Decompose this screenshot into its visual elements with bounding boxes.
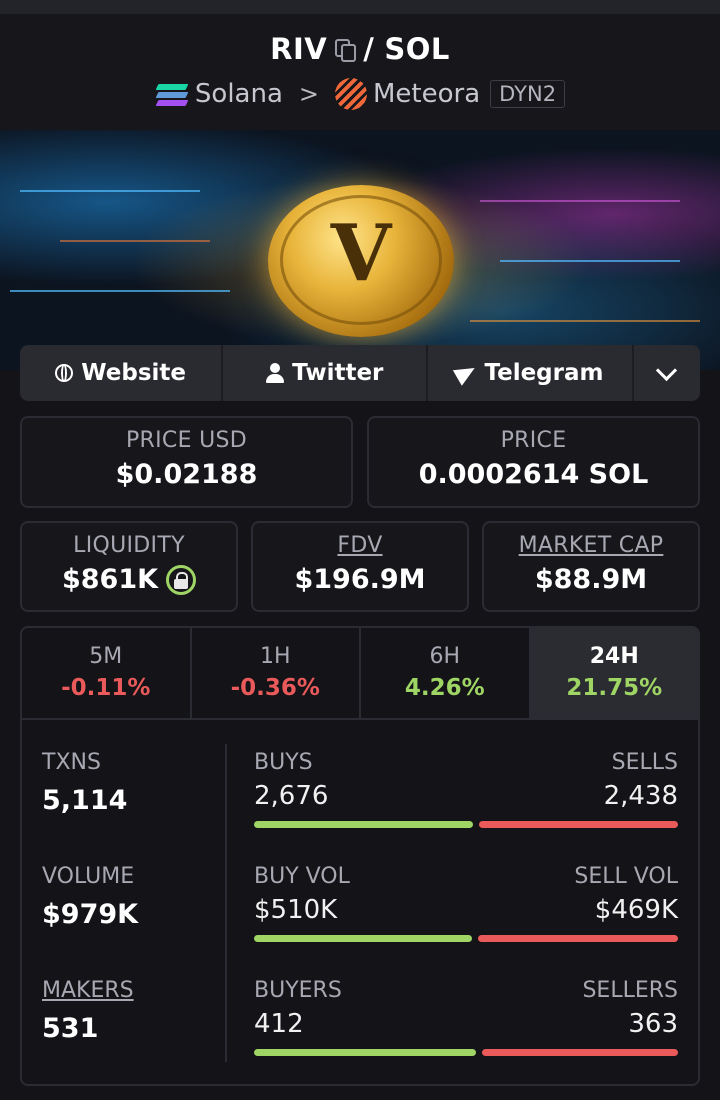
txns-row: TXNS 5,114 BUYS SELLS 2,676 2,438 [22, 750, 698, 860]
twitter-button[interactable]: Twitter [223, 345, 429, 401]
solana-icon [155, 81, 189, 107]
price-native-card: PRICE 0.0002614 SOL [367, 416, 700, 508]
market-cap-value: $88.9M [534, 564, 648, 595]
twitter-label: Twitter [292, 360, 384, 386]
token-banner-image: V [0, 130, 720, 370]
price-usd-value: $0.02188 [115, 459, 258, 490]
base-symbol: RIV [270, 32, 328, 66]
stats-rows: TXNS 5,114 BUYS SELLS 2,676 2,438 VOLUME [22, 720, 698, 1084]
txns-value: 5,114 [42, 785, 128, 816]
buys-label: BUYS [254, 750, 313, 775]
copy-icon[interactable] [333, 37, 357, 62]
buyers-label: BUYERS [254, 978, 342, 1003]
sellers-value: 363 [628, 1009, 678, 1039]
tab-label: 1H [259, 644, 291, 669]
price-usd-label: PRICE USD [125, 428, 247, 453]
top-strip [0, 0, 720, 14]
fdv-value: $196.9M [294, 564, 426, 595]
volume-label: VOLUME [42, 864, 135, 889]
quote-symbol: SOL [384, 32, 450, 66]
tab-24h[interactable]: 24H 21.75% [530, 628, 698, 718]
sell-vol-label: SELL VOL [574, 864, 678, 889]
tab-label: 5M [89, 644, 123, 669]
user-icon [266, 363, 285, 383]
tab-label: 24H [589, 644, 639, 669]
lock-icon[interactable] [166, 564, 197, 595]
tab-1h[interactable]: 1H -0.36% [192, 628, 361, 718]
telegram-button[interactable]: Telegram [428, 345, 634, 401]
dex-link[interactable]: Meteora [373, 79, 480, 109]
fdv-card: FDV $196.9M [251, 521, 469, 612]
fdv-label[interactable]: FDV [253, 533, 467, 558]
volume-row: VOLUME $979K BUY VOL SELL VOL $510K $469… [22, 864, 698, 974]
price-change: -0.36% [230, 675, 320, 701]
website-button[interactable]: Website [20, 345, 224, 401]
market-cap-label[interactable]: MARKET CAP [484, 533, 698, 558]
makers-value: 531 [42, 1013, 99, 1044]
buys-sells-ratio-bar [254, 821, 678, 828]
volume-ratio-bar [254, 935, 678, 942]
chain-breadcrumb: Solana > Meteora DYN2 [0, 78, 720, 110]
price-change: 21.75% [566, 675, 663, 701]
globe-icon [55, 364, 74, 382]
sells-label: SELLS [611, 750, 678, 775]
tab-label: 6H [429, 644, 461, 669]
tab-5m[interactable]: 5M -0.11% [22, 628, 192, 718]
makers-row: MAKERS 531 BUYERS SELLERS 412 363 [22, 978, 698, 1084]
price-native-label: PRICE [500, 428, 567, 453]
pair-title: RIV / SOL [0, 32, 720, 66]
price-change: 4.26% [404, 675, 485, 701]
price-usd-card: PRICE USD $0.02188 [20, 416, 353, 508]
sells-value: 2,438 [603, 781, 678, 811]
buyers-value: 412 [254, 1009, 304, 1039]
makers-label[interactable]: MAKERS [42, 978, 134, 1003]
liquidity-value: $861K [61, 564, 159, 595]
liquidity-label: LIQUIDITY [73, 533, 185, 558]
coin-logo: V [268, 185, 454, 337]
social-links-bar: Website Twitter Telegram [20, 345, 700, 401]
trading-stats-panel: 5M -0.11% 1H -0.36% 6H 4.26% 24H 21.75% … [20, 626, 700, 1086]
liquidity-card: LIQUIDITY $861K [20, 521, 238, 612]
txns-label: TXNS [42, 750, 101, 775]
sellers-label: SELLERS [582, 978, 678, 1003]
chevron-right-icon: > [298, 80, 319, 108]
buy-vol-value: $510K [254, 895, 338, 925]
telegram-label: Telegram [484, 360, 604, 386]
chevron-down-icon [656, 359, 678, 381]
more-links-button[interactable] [634, 345, 700, 401]
market-cap-card: MARKET CAP $88.9M [482, 521, 700, 612]
telegram-icon [453, 360, 480, 386]
pair-header: RIV / SOL Solana > Meteora DYN2 [0, 14, 720, 130]
website-label: Website [81, 360, 186, 386]
price-change: -0.11% [61, 675, 151, 701]
pair-separator: / [363, 32, 375, 66]
buyers-sellers-ratio-bar [254, 1049, 678, 1056]
buy-vol-label: BUY VOL [254, 864, 350, 889]
pool-type-badge: DYN2 [490, 80, 566, 108]
meteora-icon [335, 78, 367, 110]
sell-vol-value: $469K [594, 895, 678, 925]
buys-value: 2,676 [254, 781, 329, 811]
timeframe-tabs: 5M -0.11% 1H -0.36% 6H 4.26% 24H 21.75% [22, 628, 698, 720]
tab-6h[interactable]: 6H 4.26% [361, 628, 531, 718]
chain-link[interactable]: Solana [195, 79, 283, 109]
price-native-value: 0.0002614 SOL [418, 459, 649, 490]
volume-value: $979K [42, 899, 139, 930]
